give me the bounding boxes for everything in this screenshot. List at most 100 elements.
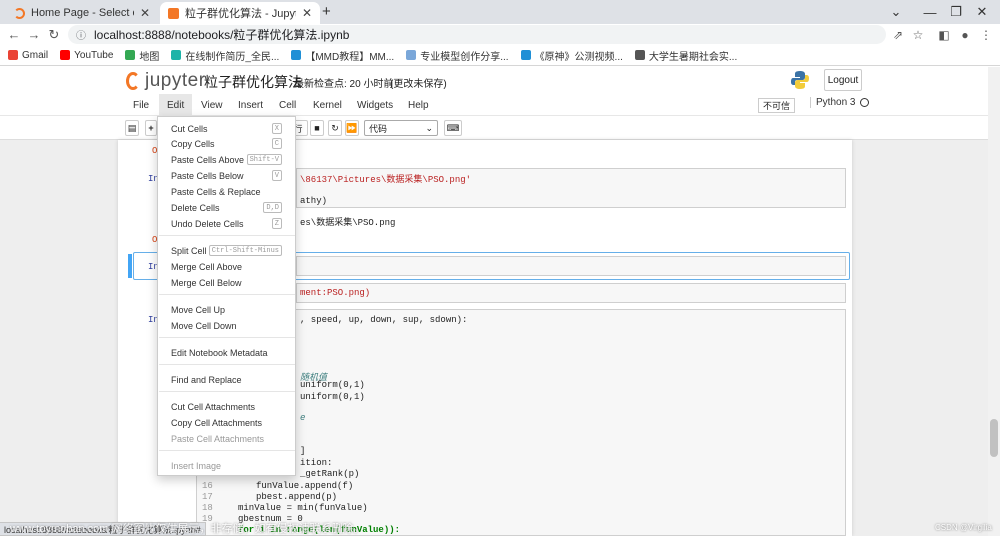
scrollbar-thumb[interactable] bbox=[990, 419, 998, 457]
menu-item-cut-cell-attachments[interactable]: Cut Cell Attachments bbox=[158, 400, 295, 414]
profile-avatar-icon[interactable]: ● bbox=[955, 24, 975, 45]
menu-item-label: Insert Image bbox=[171, 461, 222, 471]
menu-view[interactable]: View bbox=[195, 94, 229, 116]
menu-insert[interactable]: Insert bbox=[232, 94, 269, 116]
menu-item-copy-cell-attachments[interactable]: Copy Cell Attachments bbox=[158, 416, 295, 430]
shortcut-badge: D,D bbox=[263, 202, 282, 213]
menu-widgets[interactable]: Widgets bbox=[351, 94, 399, 116]
close-icon[interactable]: ✕ bbox=[302, 6, 312, 20]
line-number: 16 bbox=[202, 481, 213, 491]
kernel-name: Python 3 bbox=[816, 97, 856, 108]
bookmark-genshin[interactable]: 《原神》公测视频... bbox=[520, 48, 623, 63]
menu-item-undo-delete-cells[interactable]: Undo Delete Cells Z bbox=[158, 217, 295, 231]
menu-divider bbox=[159, 235, 295, 236]
menu-kernel[interactable]: Kernel bbox=[307, 94, 348, 116]
bookmark-models[interactable]: 专业模型创作分享... bbox=[406, 48, 509, 63]
code-cell-input[interactable] bbox=[296, 256, 846, 276]
watermark-credit: CSDN @Virgilia bbox=[935, 523, 992, 532]
bookmark-label: 地图 bbox=[139, 51, 160, 63]
menu-item-label: Cut Cells bbox=[171, 124, 208, 134]
code-line: ] bbox=[300, 446, 306, 456]
menu-item-label: Paste Cells & Replace bbox=[171, 187, 261, 197]
bookmark-practice[interactable]: 大学生暑期社会实... bbox=[634, 48, 737, 63]
menu-item-delete-cells[interactable]: Delete Cells D,D bbox=[158, 201, 295, 215]
reload-icon[interactable]: ↻ bbox=[44, 24, 64, 45]
checkpoint-status: 最新检查点: 20 小时前 bbox=[294, 79, 394, 90]
trusted-indicator[interactable]: 不可信 bbox=[758, 98, 796, 113]
shortcut-badge: C bbox=[271, 138, 282, 149]
code-line: uniform(0,1) bbox=[300, 392, 365, 402]
menu-item-insert-image: Insert Image bbox=[158, 459, 295, 473]
fast-forward-icon[interactable]: ⏩ bbox=[345, 120, 359, 136]
menu-item-merge-cell-above[interactable]: Merge Cell Above bbox=[158, 260, 295, 274]
add-cell-icon[interactable]: + bbox=[145, 120, 157, 136]
address-bar[interactable]: ⓘ localhost:8888/notebooks/粒子群优化算法.ipynb bbox=[68, 25, 886, 44]
menu-item-move-cell-up[interactable]: Move Cell Up bbox=[158, 303, 295, 317]
menu-edit[interactable]: Edit bbox=[159, 94, 193, 116]
jupyter-logo[interactable]: jupyter bbox=[126, 70, 206, 92]
bookmark-resume[interactable]: 在线制作简历_全民... bbox=[171, 48, 279, 63]
menu-item-label: Paste Cells Above bbox=[171, 155, 245, 165]
menu-item-paste-cells-below[interactable]: Paste Cells Below V bbox=[158, 169, 295, 183]
jupyter-favicon-icon bbox=[14, 7, 25, 19]
sidebar-icon[interactable]: ◧ bbox=[934, 24, 954, 45]
more-menu-icon[interactable]: ⋮ bbox=[976, 24, 996, 45]
menu-item-label: Paste Cell Attachments bbox=[171, 434, 265, 444]
code-line: athy) bbox=[300, 196, 328, 206]
book-icon bbox=[168, 7, 179, 19]
menu-item-label: Delete Cells bbox=[171, 203, 220, 213]
menu-help[interactable]: Help bbox=[402, 94, 435, 116]
close-icon[interactable]: ✕ bbox=[140, 6, 150, 20]
menu-item-label: Copy Cells bbox=[171, 139, 215, 149]
menu-cell[interactable]: Cell bbox=[273, 94, 302, 116]
url-text: localhost:8888/notebooks/粒子群优化算法.ipynb bbox=[94, 28, 350, 42]
tab-notebook[interactable]: 粒子群优化算法 - Jupyter Notebook ✕ bbox=[160, 2, 320, 24]
close-window-icon[interactable]: ✕ bbox=[962, 2, 1000, 22]
menu-item-paste-cells-replace[interactable]: Paste Cells & Replace bbox=[158, 185, 295, 199]
restart-icon[interactable]: ↻ bbox=[328, 120, 342, 136]
menu-item-label: Copy Cell Attachments bbox=[171, 418, 263, 428]
share-icon[interactable]: ⇗ bbox=[888, 24, 908, 45]
maps-icon bbox=[125, 50, 136, 60]
menu-item-move-cell-down[interactable]: Move Cell Down bbox=[158, 319, 295, 333]
youtube-icon bbox=[60, 50, 71, 60]
menu-divider bbox=[159, 337, 295, 338]
menu-item-label: Paste Cells Below bbox=[171, 171, 244, 181]
bookmark-mmd[interactable]: 【MMD教程】MM... bbox=[291, 48, 394, 63]
menu-item-copy-cells[interactable]: Copy Cells C bbox=[158, 137, 295, 151]
menu-item-cut-cells[interactable]: Cut Cells X bbox=[158, 122, 295, 136]
bookmark-star-icon[interactable]: ☆ bbox=[908, 24, 928, 45]
notebook-name[interactable]: 粒子群优化算法 bbox=[204, 72, 302, 92]
save-icon[interactable]: ▤ bbox=[125, 120, 139, 136]
bookmark-gmail[interactable]: Gmail bbox=[8, 50, 48, 61]
menu-item-label: Merge Cell Above bbox=[171, 262, 243, 272]
cell-type-select[interactable]: 代码 ⌄ bbox=[364, 120, 438, 136]
markdown-cell[interactable] bbox=[296, 283, 846, 303]
bookmark-label: Gmail bbox=[22, 49, 49, 61]
menu-item-paste-cells-above[interactable]: Paste Cells Above Shift-V bbox=[158, 153, 295, 167]
menu-item-edit-notebook-metadata[interactable]: Edit Notebook Metadata bbox=[158, 346, 295, 360]
menu-item-label: Move Cell Down bbox=[171, 321, 237, 331]
new-tab-icon[interactable]: + bbox=[322, 3, 331, 20]
logout-button[interactable]: Logout bbox=[824, 69, 862, 91]
menu-item-find-and-replace[interactable]: Find and Replace bbox=[158, 373, 295, 387]
menu-file[interactable]: File bbox=[127, 94, 155, 116]
bookmarks-bar: Gmail YouTube 地图 在线制作简历_全民... 【MMD教程】MM.… bbox=[0, 45, 1000, 66]
stop-icon[interactable]: ■ bbox=[310, 120, 324, 136]
model-site-icon bbox=[406, 50, 417, 60]
menu-item-merge-cell-below[interactable]: Merge Cell Below bbox=[158, 276, 295, 290]
shortcut-badge: Z bbox=[271, 218, 282, 229]
cell-output-text: es\数据采集\PSO.png bbox=[300, 218, 396, 228]
back-icon[interactable]: ← bbox=[4, 24, 24, 45]
tab-home-page[interactable]: Home Page - Select or create a n ✕ bbox=[6, 2, 158, 24]
bookmark-youtube[interactable]: YouTube bbox=[60, 50, 113, 61]
page-scrollbar[interactable] bbox=[988, 67, 1000, 536]
menu-item-split-cell[interactable]: Split Cell Ctrl-Shift-Minus bbox=[158, 244, 295, 258]
bookmark-maps[interactable]: 地图 bbox=[125, 48, 159, 63]
watermark-text: www.toymoban.com 网络图片仅供展示，非存储，如有侵权请联系删除。 bbox=[10, 523, 365, 535]
forward-icon[interactable]: → bbox=[24, 24, 44, 45]
code-line: pbest.append(p) bbox=[256, 492, 338, 502]
keyboard-icon[interactable]: ⌨ bbox=[444, 120, 462, 136]
tab-title: Home Page - Select or create a n bbox=[31, 7, 134, 19]
python-logo-icon bbox=[791, 71, 809, 89]
